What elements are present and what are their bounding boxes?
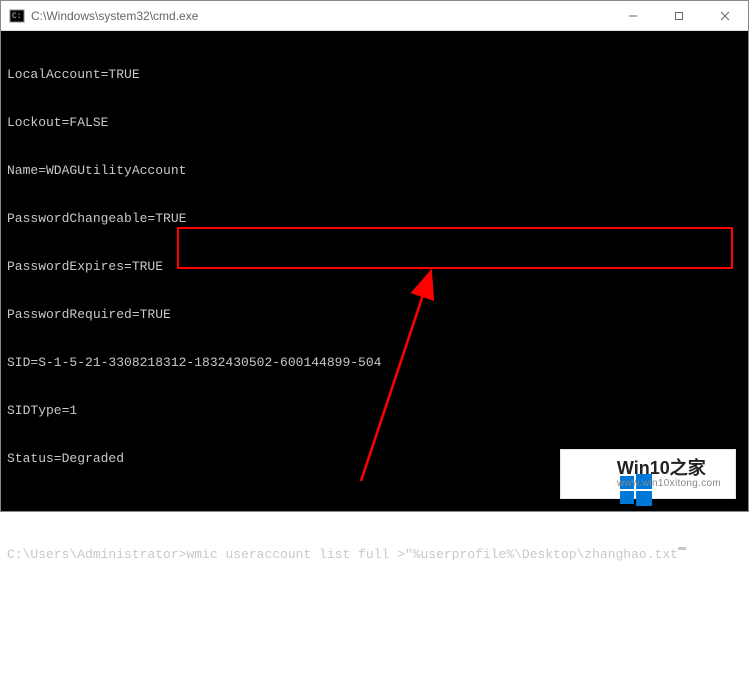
close-button[interactable] bbox=[702, 1, 748, 30]
output-line: SIDType=1 bbox=[7, 403, 742, 419]
cursor bbox=[678, 547, 686, 550]
output-line: PasswordChangeable=TRUE bbox=[7, 211, 742, 227]
command-input[interactable]: wmic useraccount list full >"%userprofil… bbox=[186, 547, 677, 563]
window-controls bbox=[610, 1, 748, 30]
window-title: C:\Windows\system32\cmd.exe bbox=[31, 9, 610, 23]
prompt-line: C:\Users\Administrator>wmic useraccount … bbox=[7, 547, 742, 563]
minimize-button[interactable] bbox=[610, 1, 656, 30]
window-titlebar: C: C:\Windows\system32\cmd.exe bbox=[1, 1, 748, 31]
terminal-area[interactable]: LocalAccount=TRUE Lockout=FALSE Name=WDA… bbox=[1, 31, 748, 511]
output-line: Name=WDAGUtilityAccount bbox=[7, 163, 742, 179]
output-line: PasswordExpires=TRUE bbox=[7, 259, 742, 275]
windows-logo-icon bbox=[571, 456, 607, 492]
maximize-button[interactable] bbox=[656, 1, 702, 30]
svg-text:C:: C: bbox=[12, 12, 22, 21]
prompt-path: C:\Users\Administrator> bbox=[7, 547, 186, 563]
cmd-icon: C: bbox=[9, 8, 25, 24]
output-line: Lockout=FALSE bbox=[7, 115, 742, 131]
output-line: PasswordRequired=TRUE bbox=[7, 307, 742, 323]
watermark-title: Win10之家 bbox=[617, 459, 721, 479]
watermark: Win10之家 www.win10xitong.com bbox=[560, 449, 736, 499]
watermark-url: www.win10xitong.com bbox=[617, 478, 721, 489]
output-line: SID=S-1-5-21-3308218312-1832430502-60014… bbox=[7, 355, 742, 371]
output-line: LocalAccount=TRUE bbox=[7, 67, 742, 83]
